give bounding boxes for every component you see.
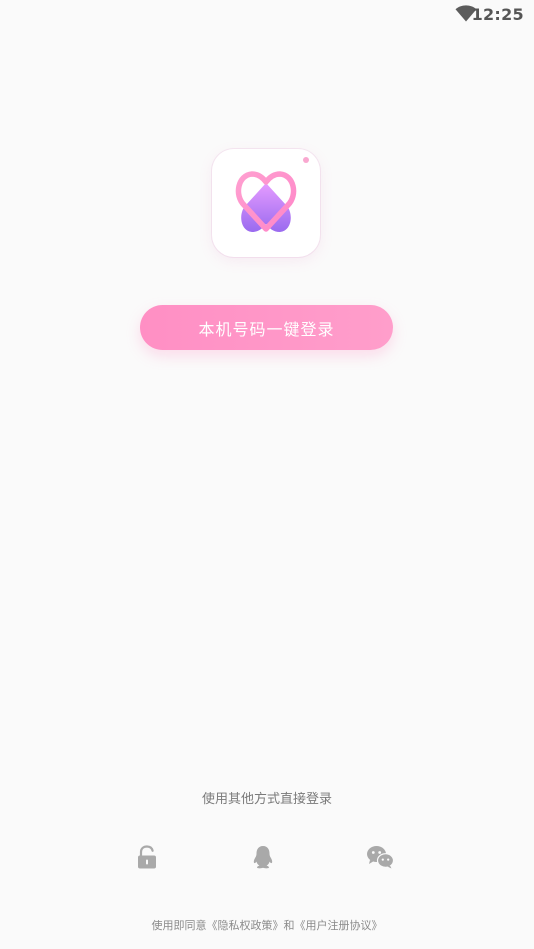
terms-agreement-note[interactable]: 使用即同意《隐私权政策》和《用户注册协议》 [0,917,534,933]
status-bar: 12:25 [0,0,534,28]
other-login-methods-title: 使用其他方式直接登录 [201,792,332,807]
logo-dot [303,157,309,163]
wechat-icon[interactable] [364,843,396,871]
lock-open-icon[interactable] [131,843,163,871]
qq-icon[interactable] [247,843,279,871]
one-tap-login-button[interactable]: 本机号码一键登录 [140,305,393,350]
app-logo [212,149,320,257]
status-time: 12:25 [471,5,524,24]
qq-icon-glyph [253,846,273,869]
lock-open-icon-glyph [138,845,156,869]
heart-logo-icon [235,171,297,232]
wechat-icon-glyph [367,846,394,869]
